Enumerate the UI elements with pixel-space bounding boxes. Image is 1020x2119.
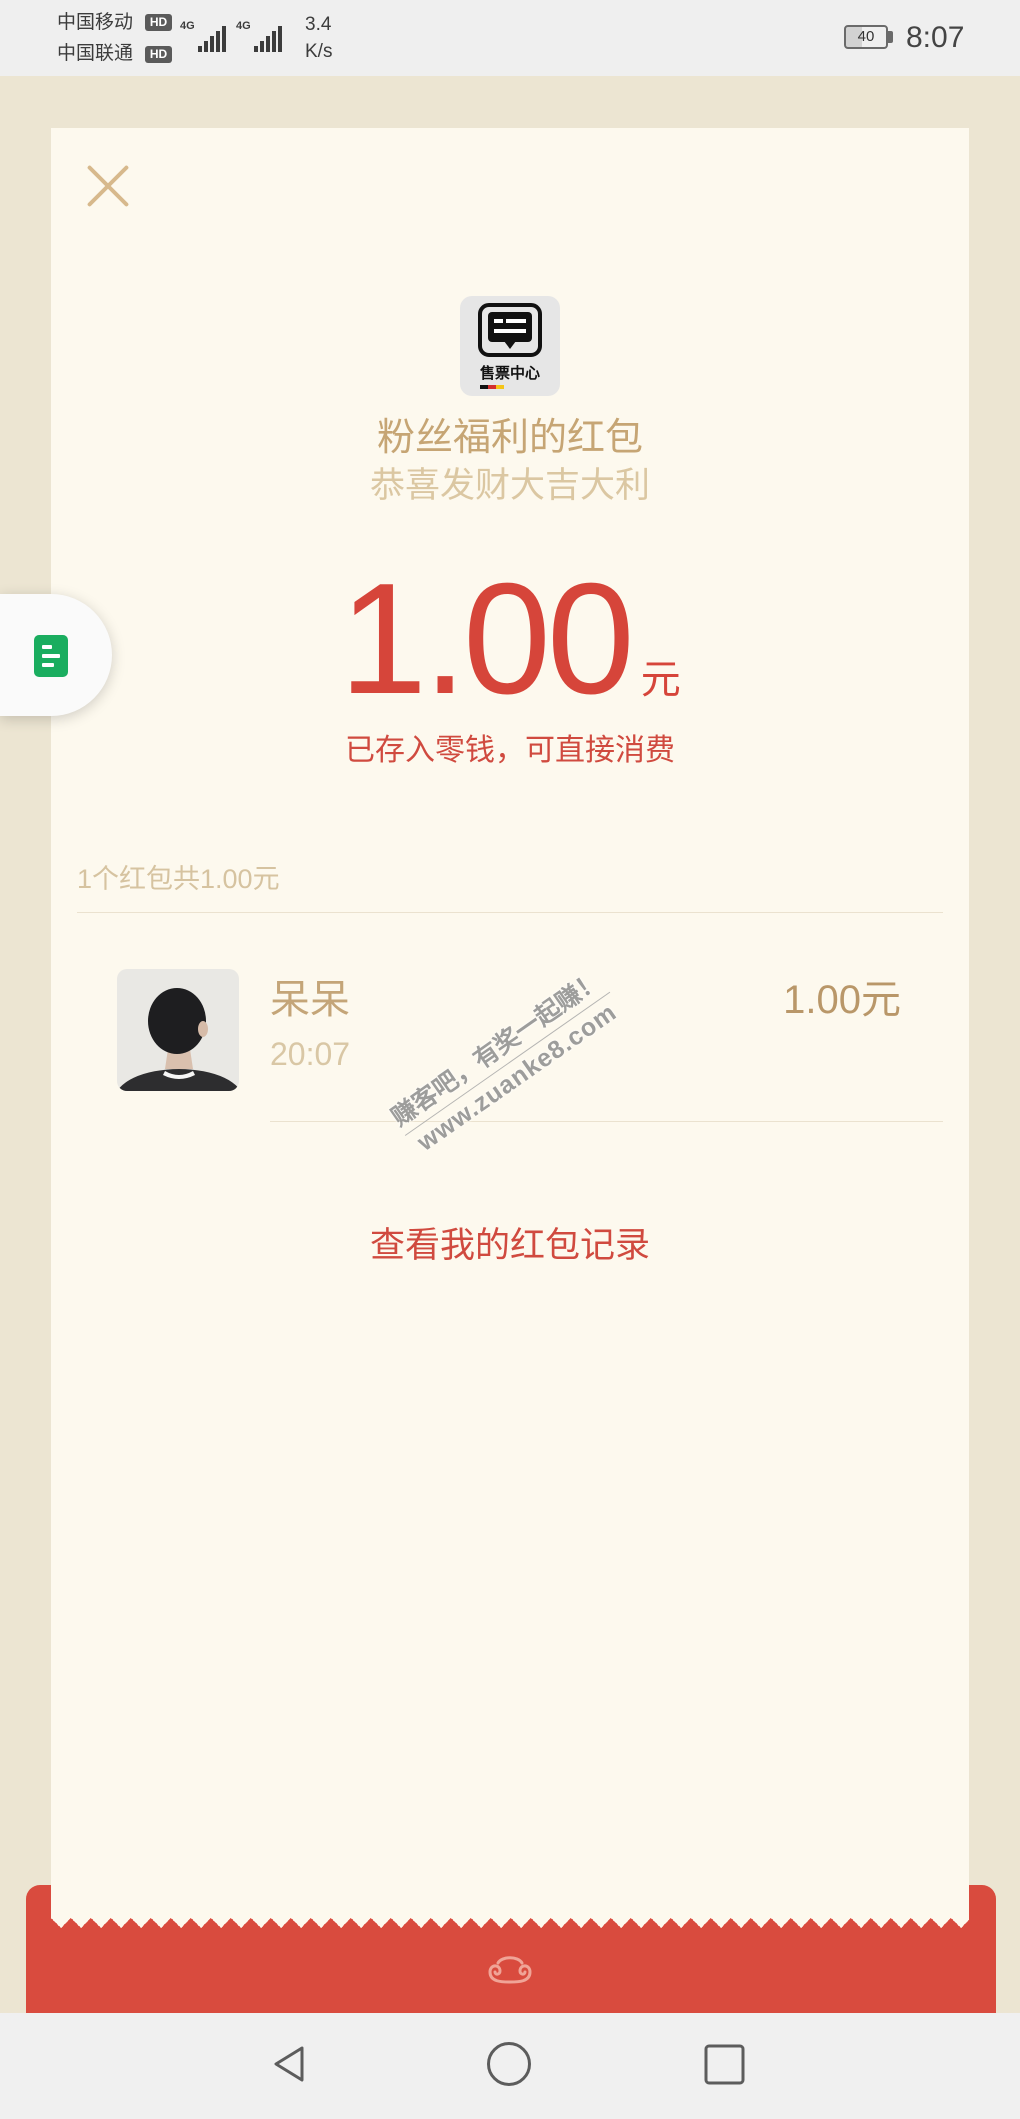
system-nav-bar: [0, 2013, 1020, 2119]
clock-time: 8:07: [906, 21, 965, 54]
deposit-note: 已存入零钱，可直接消费: [345, 734, 675, 767]
packet-summary: 1个红包共1.00元: [77, 864, 280, 894]
avatar-photo: [117, 969, 239, 1091]
carrier-2-label: 中国联通: [57, 43, 134, 64]
document-icon: [34, 635, 68, 677]
battery-level: 40: [857, 28, 875, 45]
amount-value: 1.00: [339, 551, 635, 727]
packet-blessing: 恭喜发财大吉大利: [369, 466, 650, 505]
close-icon[interactable]: [86, 164, 130, 208]
network-speed-unit: K/s: [305, 41, 333, 62]
hd-badge-1: HD: [145, 14, 172, 31]
sender-logo: 售票中心: [460, 296, 560, 396]
row-divider: [270, 1121, 943, 1122]
hd-badge-2: HD: [145, 46, 172, 63]
divider: [77, 912, 943, 913]
battery-nub: [888, 31, 893, 43]
recents-square-icon[interactable]: [704, 2044, 745, 2085]
record-name: 呆呆: [270, 978, 350, 1022]
network-speed-value: 3.4: [305, 14, 332, 35]
back-triangle-icon[interactable]: [268, 2042, 312, 2086]
status-bar: 中国移动 HD 中国联通 HD 4G 4G 3.4 K/s 40 8:07: [0, 0, 1020, 76]
carrier-1-label: 中国移动: [57, 12, 134, 33]
home-circle-icon[interactable]: [486, 2041, 532, 2087]
record-amount: 1.00元: [783, 978, 901, 1022]
record-time: 20:07: [270, 1036, 351, 1072]
view-my-red-packet-records-link[interactable]: 查看我的红包记录: [51, 1224, 969, 1268]
signal-1-icon: 4G: [180, 18, 232, 52]
battery-icon: 40: [844, 25, 888, 49]
network-1-label: 4G: [180, 20, 195, 32]
sender-logo-text: 售票中心: [480, 364, 540, 382]
cloud-ornament-icon: [488, 1956, 532, 1984]
received-amount: 1.00 元: [51, 560, 969, 718]
network-2-label: 4G: [236, 20, 251, 32]
amount-currency: 元: [640, 658, 681, 702]
avatar: [117, 969, 239, 1091]
signal-2-icon: 4G: [236, 18, 288, 52]
packet-title: 粉丝福利的红包: [376, 417, 643, 459]
card-zigzag-edge: [51, 1918, 969, 1928]
